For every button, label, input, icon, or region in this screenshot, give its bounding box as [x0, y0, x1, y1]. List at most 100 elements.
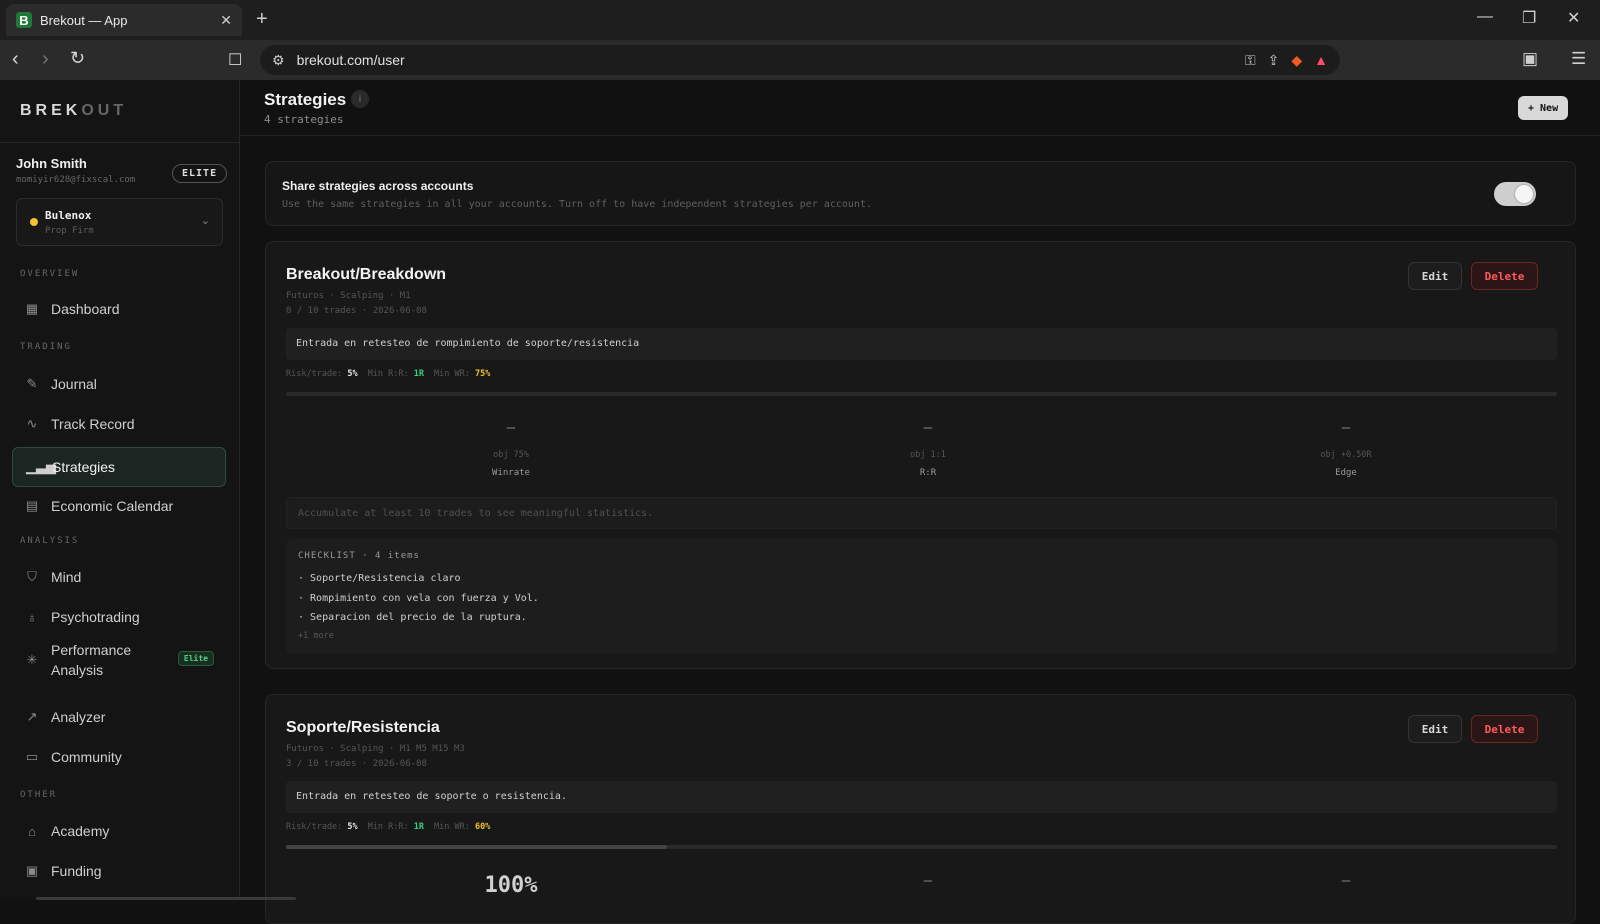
sidebar-item-community[interactable]: ▭ Community — [12, 738, 226, 776]
sidebar-toggle-icon[interactable]: ▣ — [1522, 49, 1538, 69]
reload-icon[interactable]: ↻ — [70, 48, 85, 69]
sidebar-item-performance-analysis[interactable]: ✳ Performance Analysis Elite — [12, 636, 226, 684]
stats-notice: Accumulate at least 10 trades to see mea… — [286, 497, 1557, 529]
account-name: Bulenox — [45, 209, 92, 222]
edit-button[interactable]: Edit — [1408, 715, 1462, 743]
strategy-name: Soporte/Resistencia — [286, 719, 440, 736]
site-settings-icon[interactable]: ⚙ — [272, 52, 285, 69]
strategy-stats: 0 / 10 trades · 2026-06-08 — [286, 306, 427, 316]
sidebar-item-economic-calendar[interactable]: ▤ Economic Calendar — [12, 487, 226, 525]
trades-progress-bar — [286, 845, 1557, 849]
sidebar-item-track-record[interactable]: ∿ Track Record — [12, 405, 226, 443]
sidebar-item-funding[interactable]: ▣ Funding — [12, 852, 226, 890]
checklist-box: CHECKLIST · 4 items · Soporte/Resistenci… — [286, 539, 1557, 654]
section-analysis: ANALYSIS — [20, 536, 80, 546]
winrate-metric: 100% — [484, 873, 538, 898]
bookmark-icon[interactable]: ☐ — [228, 50, 242, 70]
trades-progress-bar — [286, 392, 1557, 396]
strategy-count: 4 strategies — [264, 113, 344, 126]
grid-icon: ▦ — [25, 301, 39, 316]
trend-icon: ↗ — [26, 709, 38, 724]
strategy-description: Entrada en retesteo de rompimiento de so… — [286, 328, 1557, 360]
main-content: Strategies i 4 strategies + New Share st… — [240, 80, 1600, 924]
elite-badge: Elite — [177, 651, 214, 666]
sidebar-item-psychotrading[interactable]: ♁ Psychotrading — [12, 598, 226, 636]
activity-icon: ∿ — [26, 416, 38, 431]
minimize-icon[interactable]: — — [1477, 8, 1493, 26]
chat-icon: ▭ — [25, 749, 39, 764]
user-name: John Smith — [16, 156, 87, 171]
progress-fill — [286, 845, 668, 849]
edge-metric: — obj +0.50R Edge — [1320, 420, 1372, 478]
edit-button[interactable]: Edit — [1408, 262, 1462, 290]
page-title: Strategies — [264, 90, 347, 109]
key-icon[interactable]: ⚿ — [1245, 52, 1256, 69]
checklist-title: CHECKLIST · 4 items — [298, 551, 420, 561]
page-header: Strategies i 4 strategies + New — [240, 80, 1600, 136]
new-strategy-button[interactable]: + New — [1518, 96, 1569, 120]
account-selector[interactable]: Bulenox Prop Firm ⌄ — [16, 198, 223, 246]
shield-icon: ⛉ — [27, 569, 37, 584]
new-tab-icon[interactable]: + — [256, 8, 268, 31]
checklist-item: · Rompimiento con vela con fuerza y Vol. — [298, 593, 539, 604]
browser-toolbar: ‹ › ↻ ☐ ⚙ brekout.com/user ⚿ ⇪ ◆ ▲ ▣ ☰ — [0, 40, 1600, 80]
winrate-metric: — obj 75% Winrate — [492, 420, 530, 478]
rr-metric: — — [923, 873, 933, 889]
risk-parameters: Risk/trade: 5% Min R:R: 1R Min WR: 60% — [286, 822, 491, 832]
delete-button[interactable]: Delete — [1471, 715, 1538, 743]
share-strategies-card: Share strategies across accounts Use the… — [265, 161, 1576, 226]
info-icon[interactable]: i — [351, 90, 369, 108]
share-toggle[interactable] — [1494, 182, 1536, 206]
briefcase-icon: ▣ — [25, 863, 39, 878]
forward-icon[interactable]: › — [42, 48, 49, 71]
sidebar-item-dashboard[interactable]: ▦ Dashboard — [12, 290, 226, 328]
edge-metric: — — [1341, 873, 1351, 889]
sidebar-item-mind[interactable]: ⛉ Mind — [12, 558, 226, 596]
sidebar-item-strategies[interactable]: ▁▃▅ Strategies — [12, 447, 226, 487]
brave-shield-icon[interactable]: ◆ — [1291, 52, 1302, 69]
sun-icon: ✳ — [26, 652, 38, 667]
section-other: OTHER — [20, 790, 58, 800]
close-window-icon[interactable]: ✕ — [1567, 8, 1580, 28]
calendar-icon: ▤ — [25, 498, 39, 513]
sidebar-item-analyzer[interactable]: ↗ Analyzer — [12, 698, 226, 736]
share-description: Use the same strategies in all your acco… — [282, 199, 873, 210]
strategy-card: Soporte/Resistencia Futuros · Scalping ·… — [265, 694, 1576, 924]
graduation-cap-icon: ⌂ — [28, 823, 36, 839]
strategy-tags: Futuros · Scalping · M1 — [286, 291, 411, 301]
account-status-dot — [30, 218, 38, 226]
strategy-card: Breakout/Breakdown Futuros · Scalping · … — [265, 241, 1576, 669]
brave-rewards-icon[interactable]: ▲ — [1314, 52, 1328, 68]
app-sidebar: BREKOUT John Smith momiyir628@fixscal.co… — [0, 80, 240, 900]
sidebar-item-journal[interactable]: ✎ Journal — [12, 365, 226, 403]
bar-chart-icon: ▁▃▅ — [26, 459, 56, 474]
menu-icon[interactable]: ☰ — [1571, 49, 1586, 69]
toggle-knob — [1515, 185, 1533, 203]
strategy-description: Entrada en retesteo de soporte o resiste… — [286, 781, 1557, 813]
account-type: Prop Firm — [45, 226, 94, 236]
checklist-more[interactable]: +1 more — [298, 631, 334, 641]
chevron-down-icon: ⌄ — [200, 215, 210, 227]
delete-button[interactable]: Delete — [1471, 262, 1538, 290]
browser-tabbar: B Brekout — App ✕ + — ❐ ✕ — [0, 0, 1600, 40]
checklist-item: · Separacion del precio de la ruptura. — [298, 612, 527, 623]
section-trading: TRADING — [20, 342, 72, 352]
lightbulb-icon: ♁ — [27, 609, 37, 625]
share-icon[interactable]: ⇪ — [1268, 52, 1280, 69]
address-bar[interactable]: ⚙ brekout.com/user ⚿ ⇪ ◆ ▲ — [260, 45, 1340, 75]
close-tab-icon[interactable]: ✕ — [220, 12, 232, 29]
url-text[interactable]: brekout.com/user — [297, 52, 1233, 68]
restore-icon[interactable]: ❐ — [1522, 8, 1536, 28]
browser-tab[interactable]: B Brekout — App ✕ — [6, 4, 242, 36]
brekout-favicon-icon: B — [16, 12, 32, 28]
share-title: Share strategies across accounts — [282, 179, 474, 193]
strategy-tags: Futuros · Scalping · M1 M5 M15 M3 — [286, 744, 465, 754]
back-icon[interactable]: ‹ — [12, 48, 19, 71]
pencil-icon: ✎ — [26, 376, 38, 391]
strategy-name: Breakout/Breakdown — [286, 266, 447, 283]
plan-badge: ELITE — [172, 164, 228, 183]
risk-parameters: Risk/trade: 5% Min R:R: 1R Min WR: 75% — [286, 369, 491, 379]
brand-logo[interactable]: BREKOUT — [20, 102, 127, 120]
sidebar-item-academy[interactable]: ⌂ Academy — [12, 812, 226, 850]
strategy-stats: 3 / 10 trades · 2026-06-08 — [286, 759, 427, 769]
